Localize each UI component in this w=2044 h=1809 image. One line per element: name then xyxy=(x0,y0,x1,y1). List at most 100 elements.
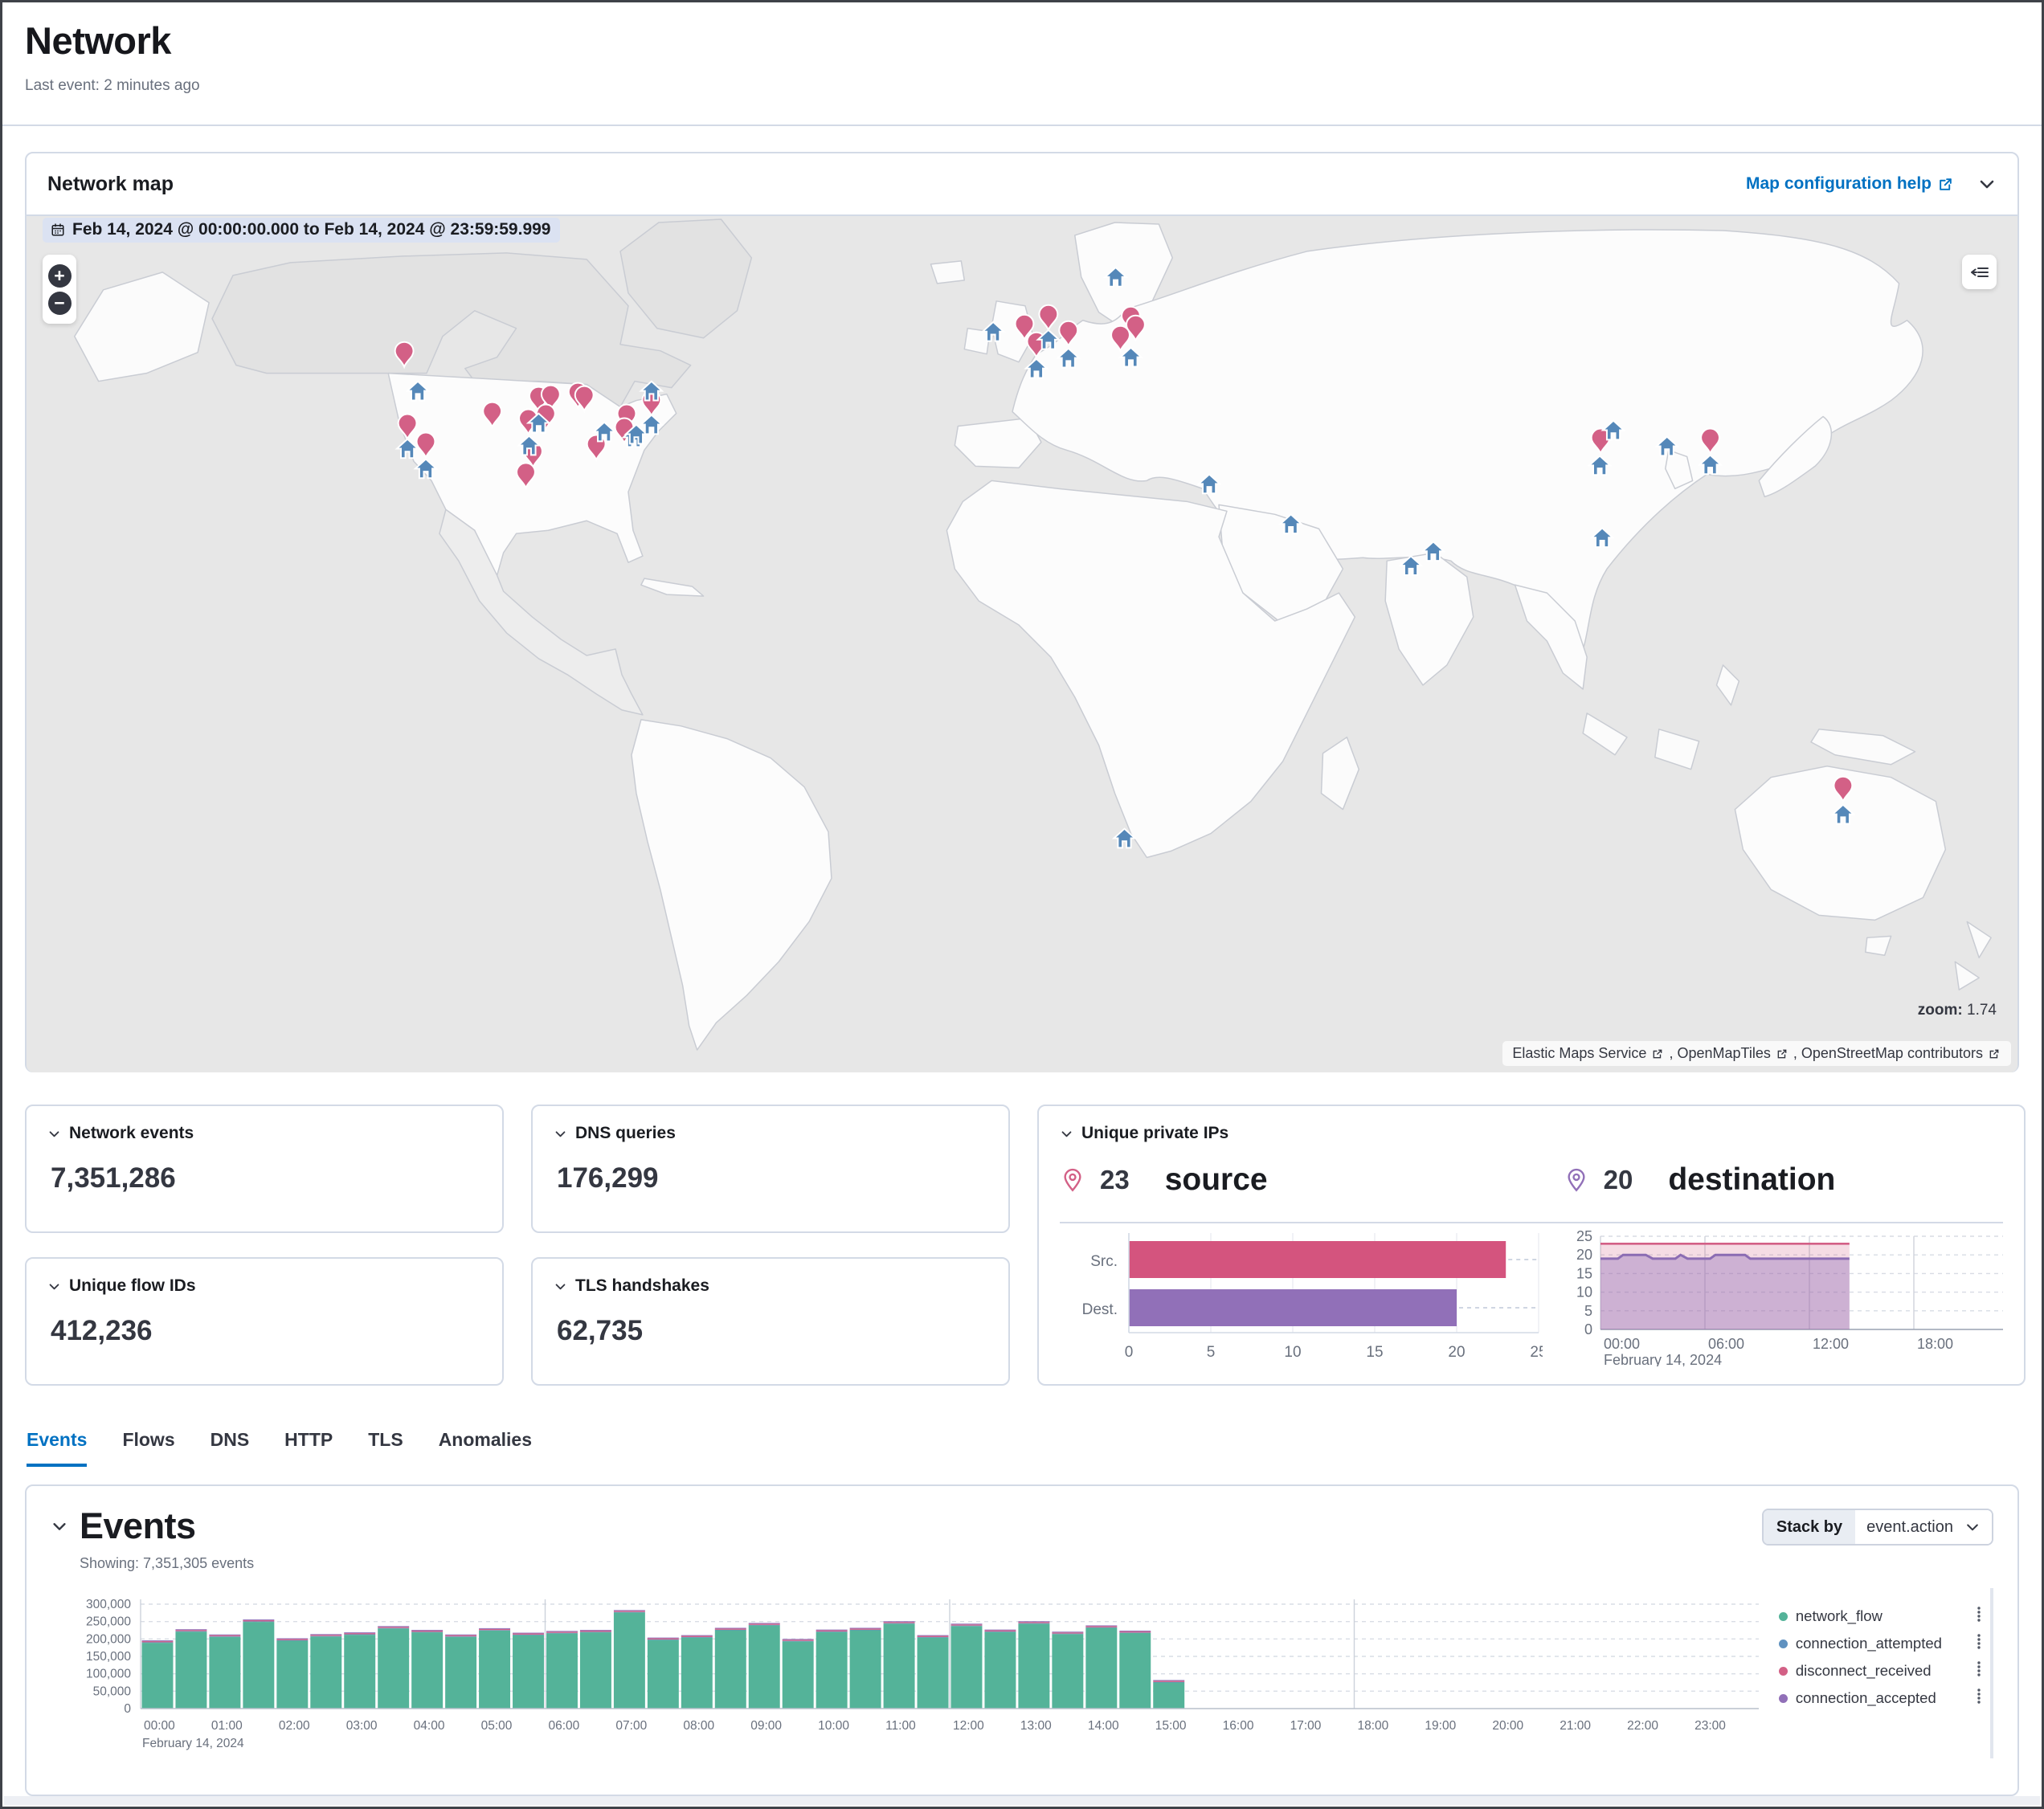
calendar-icon xyxy=(51,223,65,237)
svg-text:12:00: 12:00 xyxy=(953,1719,984,1733)
zoom-out-button[interactable]: − xyxy=(48,292,72,315)
tab-tls[interactable]: TLS xyxy=(368,1429,403,1467)
svg-text:22:00: 22:00 xyxy=(1627,1719,1658,1733)
events-title-row[interactable]: Events xyxy=(51,1505,254,1547)
tab-dns[interactable]: DNS xyxy=(211,1429,250,1467)
unique-ips-summary-row: 23 source 20 destination xyxy=(1060,1162,2003,1198)
external-link-icon xyxy=(1776,1048,1788,1060)
svg-text:01:00: 01:00 xyxy=(211,1719,243,1733)
legend-options-kebab-icon[interactable] xyxy=(1976,1660,1982,1682)
network-tabs: Events Flows DNS HTTP TLS Anomalies xyxy=(27,1429,532,1467)
card-divider xyxy=(1060,1222,2003,1223)
map-date-range-badge[interactable]: Feb 14, 2024 @ 00:00:00.000 to Feb 14, 2… xyxy=(43,218,560,243)
unique-private-ips-card-header[interactable]: Unique private IPs xyxy=(1060,1124,2003,1143)
svg-text:19:00: 19:00 xyxy=(1425,1719,1456,1733)
histogram-bar[interactable] xyxy=(411,1632,443,1709)
legend-item-connection_accepted[interactable]: connection_accepted xyxy=(1779,1684,1990,1712)
stack-by-select[interactable]: event.action xyxy=(1855,1510,1992,1544)
chevron-down-icon[interactable] xyxy=(1977,174,1997,194)
map-configuration-help-link[interactable]: Map configuration help xyxy=(1746,174,1953,194)
histogram-bar[interactable] xyxy=(310,1636,341,1709)
legend-options-kebab-icon[interactable] xyxy=(1976,1688,1982,1709)
map-canvas[interactable]: Feb 14, 2024 @ 00:00:00.000 to Feb 14, 2… xyxy=(27,214,2017,1072)
svg-text:20:00: 20:00 xyxy=(1492,1719,1523,1733)
legend-options-kebab-icon[interactable] xyxy=(1976,1606,1982,1627)
legend-item-disconnect_received[interactable]: disconnect_received xyxy=(1779,1657,1990,1684)
legend-color-dot xyxy=(1779,1640,1788,1648)
histogram-bar[interactable] xyxy=(614,1612,645,1709)
svg-text:17:00: 17:00 xyxy=(1290,1719,1322,1733)
histogram-bar[interactable] xyxy=(1085,1627,1117,1709)
attribution-elastic-maps-link[interactable]: Elastic Maps Service xyxy=(1512,1045,1646,1062)
stack-by-selected-value: event.action xyxy=(1866,1518,1953,1537)
tls-handshakes-card: TLS handshakes 62,735 xyxy=(531,1257,1010,1386)
events-title: Events xyxy=(80,1505,196,1547)
uip-bar[interactable] xyxy=(1129,1241,1506,1278)
network-events-card-header[interactable]: Network events xyxy=(47,1124,481,1143)
dns-queries-card-header[interactable]: DNS queries xyxy=(554,1124,987,1143)
svg-text:08:00: 08:00 xyxy=(683,1719,714,1733)
zoom-label: zoom: xyxy=(1918,1002,1963,1019)
histogram-bar[interactable] xyxy=(648,1640,679,1709)
svg-text:February 14, 2024: February 14, 2024 xyxy=(142,1737,244,1750)
tab-anomalies[interactable]: Anomalies xyxy=(439,1429,532,1467)
histogram-bar[interactable] xyxy=(884,1623,915,1709)
legend-item-network_flow[interactable]: network_flow xyxy=(1779,1603,1990,1630)
svg-text:5: 5 xyxy=(1207,1344,1216,1361)
card-title: Network events xyxy=(69,1124,194,1143)
histogram-bar[interactable] xyxy=(850,1631,881,1709)
svg-text:00:00: 00:00 xyxy=(1604,1336,1640,1352)
map-layers-button[interactable] xyxy=(1962,255,1997,289)
histogram-bar[interactable] xyxy=(243,1622,274,1709)
histogram-bar[interactable] xyxy=(142,1643,174,1709)
histogram-bar[interactable] xyxy=(344,1635,375,1709)
histogram-bar[interactable] xyxy=(175,1631,206,1709)
histogram-bar[interactable] xyxy=(513,1635,544,1709)
histogram-bar[interactable] xyxy=(445,1637,476,1709)
attribution-osm-link[interactable]: OpenStreetMap contributors xyxy=(1801,1045,1983,1062)
zoom-in-button[interactable]: + xyxy=(48,264,72,288)
unique-flow-ids-card-header[interactable]: Unique flow IDs xyxy=(47,1276,481,1296)
legend-item-connection_attempted[interactable]: connection_attempted xyxy=(1779,1630,1990,1657)
tab-http[interactable]: HTTP xyxy=(284,1429,333,1467)
histogram-bar[interactable] xyxy=(715,1631,746,1709)
tab-flows[interactable]: Flows xyxy=(122,1429,174,1467)
tab-events[interactable]: Events xyxy=(27,1429,87,1467)
histogram-bar[interactable] xyxy=(1052,1634,1083,1709)
horizontal-scrollbar-track[interactable] xyxy=(4,1796,2040,1805)
unique-private-ips-card: Unique private IPs 23 source 20 destinat… xyxy=(1037,1105,2026,1386)
tls-handshakes-value: 62,735 xyxy=(557,1315,987,1347)
histogram-bar[interactable] xyxy=(984,1632,1016,1709)
histogram-bar[interactable] xyxy=(1018,1623,1049,1709)
histogram-bar[interactable] xyxy=(580,1632,611,1709)
histogram-bar[interactable] xyxy=(276,1641,308,1709)
svg-text:Src.: Src. xyxy=(1090,1253,1118,1270)
tls-handshakes-card-header[interactable]: TLS handshakes xyxy=(554,1276,987,1296)
histogram-bar[interactable] xyxy=(918,1638,949,1709)
histogram-bar[interactable] xyxy=(479,1631,510,1709)
legend-options-kebab-icon[interactable] xyxy=(1976,1633,1982,1655)
map-configuration-help[interactable]: Map configuration help xyxy=(1746,174,1997,194)
histogram-bar[interactable] xyxy=(783,1641,814,1709)
histogram-bar[interactable] xyxy=(209,1637,240,1709)
histogram-bar[interactable] xyxy=(816,1632,848,1709)
svg-text:12:00: 12:00 xyxy=(1813,1336,1849,1352)
card-title: DNS queries xyxy=(575,1124,676,1143)
svg-text:Dest.: Dest. xyxy=(1082,1301,1118,1318)
attribution-openmaptiles-link[interactable]: OpenMapTiles xyxy=(1677,1045,1770,1062)
histogram-bar[interactable] xyxy=(749,1625,780,1709)
attribution-separator: , xyxy=(1669,1045,1673,1062)
histogram-bar[interactable] xyxy=(681,1638,713,1709)
stack-by-label: Stack by xyxy=(1764,1510,1855,1544)
events-chart-row: 050,000100,000150,000200,000250,000300,0… xyxy=(51,1588,1993,1758)
map-zoom-indicator: zoom: 1.74 xyxy=(1918,1002,1997,1019)
histogram-bar[interactable] xyxy=(546,1633,578,1709)
last-event-text: Last event: 2 minutes ago xyxy=(25,77,2019,95)
histogram-bar[interactable] xyxy=(1119,1633,1151,1709)
external-link-icon xyxy=(1989,1048,2000,1060)
histogram-bar[interactable] xyxy=(1153,1683,1184,1709)
histogram-bar[interactable] xyxy=(951,1626,983,1709)
chevron-down-icon xyxy=(47,1127,61,1141)
histogram-bar[interactable] xyxy=(378,1628,409,1709)
uip-bar[interactable] xyxy=(1129,1289,1457,1326)
